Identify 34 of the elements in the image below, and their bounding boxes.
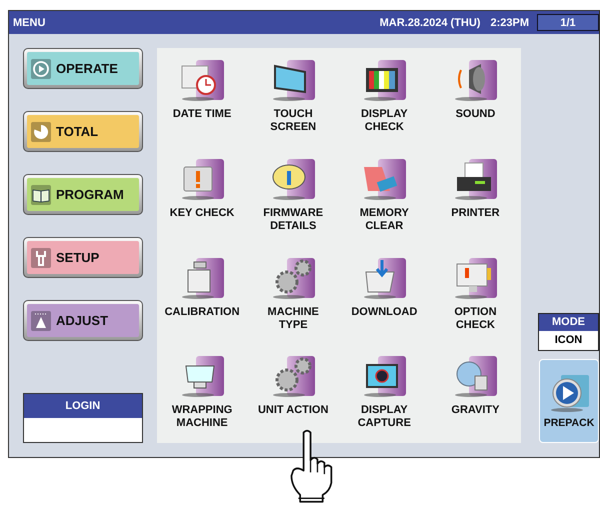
function-button[interactable]: SOUND — [430, 48, 521, 147]
function-button[interactable]: DISPLAY CAPTURE — [338, 344, 430, 443]
screen-title: MENU — [13, 16, 46, 28]
play-icon — [31, 58, 51, 78]
function-button[interactable]: MACHINE TYPE — [248, 246, 339, 344]
menu-button[interactable]: PROGRAM — [23, 174, 143, 215]
wrench-icon — [31, 248, 51, 268]
function-button[interactable]: WRAPPING MACHINE — [156, 344, 248, 443]
menu-button[interactable]: ADJUST — [23, 300, 143, 341]
menu-button[interactable]: SETUP — [23, 237, 143, 278]
date-text: MAR.28.2024 (THU) — [380, 16, 480, 28]
function-button[interactable]: DATE TIME — [156, 48, 248, 147]
function-button[interactable]: UNIT ACTION — [248, 344, 339, 443]
level-icon — [31, 310, 51, 330]
function-button[interactable]: GRAVITY — [430, 344, 521, 443]
function-button[interactable]: OPTION CHECK — [430, 246, 521, 344]
function-button[interactable]: TOUCH SCREEN — [248, 48, 339, 147]
function-button[interactable]: MEMORY CLEAR — [338, 146, 430, 246]
book-icon — [31, 184, 51, 204]
function-button[interactable]: DOWNLOAD — [338, 246, 430, 344]
function-button[interactable]: FIRMWARE DETAILS — [248, 146, 339, 246]
mode-value: ICON — [554, 333, 584, 348]
function-button[interactable]: DISPLAY CHECK — [338, 48, 430, 147]
function-button[interactable]: CALIBRATION — [156, 246, 248, 344]
page-indicator: 1/1 — [537, 14, 599, 31]
prepack-button[interactable]: PREPACK — [539, 359, 599, 443]
login-label: LOGIN — [24, 394, 142, 418]
menu-button[interactable]: OPERATE — [23, 48, 143, 89]
function-button[interactable]: PRINTER — [430, 146, 521, 246]
time-text: 2:23PM — [490, 16, 529, 28]
pie-icon — [31, 122, 51, 142]
mode-label: MODE — [539, 314, 598, 331]
function-button[interactable]: KEY CHECK — [156, 146, 248, 246]
menu-button[interactable]: TOTAL — [23, 111, 143, 152]
